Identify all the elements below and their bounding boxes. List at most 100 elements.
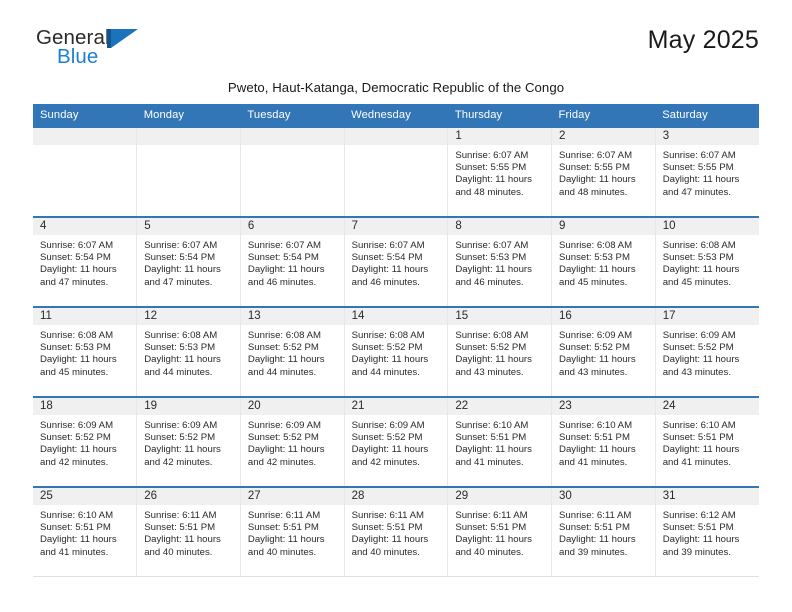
day-number: 27: [240, 488, 344, 505]
day-cell-inner: 16 Sunrise: 6:09 AM Sunset: 5:52 PM Dayligh…: [552, 308, 655, 396]
sun-info-daylight-line2: and 42 minutes.: [144, 456, 213, 468]
calendar-day-cell[interactable]: 19 Sunrise: 6:09 AM Sunset: 5:52 PM Dayligh…: [136, 396, 241, 487]
day-number: 30: [552, 488, 655, 505]
day-cell-inner: 10 Sunrise: 6:08 AM Sunset: 5:53 PM Dayligh…: [655, 218, 759, 306]
day-number: 19: [137, 398, 240, 415]
sun-info-sunrise: Sunrise: 6:08 AM: [144, 330, 218, 341]
day-number: 9: [552, 218, 655, 235]
sun-info-daylight-line1: Daylight: 11 hours: [662, 534, 740, 546]
day-cell-inner: [33, 128, 137, 216]
day-number: [137, 128, 240, 145]
calendar-day-cell[interactable]: 28 Sunrise: 6:11 AM Sunset: 5:51 PM Dayligh…: [343, 486, 448, 577]
sun-info-daylight-line1: Daylight: 11 hours: [455, 174, 532, 186]
calendar-day-cell[interactable]: 6 Sunrise: 6:07 AM Sunset: 5:54 PM Daylight…: [239, 216, 345, 307]
sun-info-sunset: Sunset: 5:55 PM: [559, 162, 630, 174]
calendar-day-cell[interactable]: 31 Sunrise: 6:12 AM Sunset: 5:51 PM Dayligh…: [654, 486, 759, 577]
triangle-flag-icon: [107, 29, 138, 48]
calendar-day-cell[interactable]: 18 Sunrise: 6:09 AM Sunset: 5:52 PM Dayligh…: [33, 396, 137, 487]
day-cell-inner: 18 Sunrise: 6:09 AM Sunset: 5:52 PM Dayligh…: [33, 398, 137, 486]
sun-info-sunset: Sunset: 5:54 PM: [247, 252, 319, 264]
day-number: 21: [344, 398, 448, 415]
day-number: 31: [655, 488, 759, 505]
sun-info-sunset: Sunset: 5:54 PM: [40, 252, 111, 264]
sun-info-daylight-line2: and 44 minutes.: [351, 366, 420, 378]
calendar-day-cell[interactable]: 8 Sunrise: 6:07 AM Sunset: 5:53 PM Daylight…: [447, 216, 552, 307]
calendar-day-cell[interactable]: 17 Sunrise: 6:09 AM Sunset: 5:52 PM Dayligh…: [654, 306, 759, 397]
sun-info-sunset: Sunset: 5:52 PM: [351, 342, 423, 354]
day-number: 13: [240, 308, 344, 325]
day-cell-inner: 6 Sunrise: 6:07 AM Sunset: 5:54 PM Daylight…: [240, 218, 344, 306]
calendar-day-cell[interactable]: 25 Sunrise: 6:10 AM Sunset: 5:51 PM Dayligh…: [33, 486, 137, 577]
calendar-day-cell[interactable]: 26 Sunrise: 6:11 AM Sunset: 5:51 PM Dayligh…: [136, 486, 241, 577]
day-cell-inner: 12 Sunrise: 6:08 AM Sunset: 5:53 PM Dayligh…: [137, 308, 240, 396]
day-number: [344, 128, 448, 145]
page-title: May 2025: [647, 26, 759, 54]
calendar-day-cell[interactable]: 20 Sunrise: 6:09 AM Sunset: 5:52 PM Dayligh…: [239, 396, 345, 487]
calendar-week-row: 4 Sunrise: 6:07 AM Sunset: 5:54 PM Daylight…: [33, 216, 759, 307]
day-sun-info: Sunrise: 6:09 AM Sunset: 5:52 PM Daylight:…: [137, 415, 240, 469]
day-sun-info: Sunrise: 6:11 AM Sunset: 5:51 PM Daylight:…: [241, 505, 344, 559]
sun-info-daylight-line1: Daylight: 11 hours: [40, 264, 117, 276]
calendar-day-cell[interactable]: 4 Sunrise: 6:07 AM Sunset: 5:54 PM Daylight…: [33, 216, 137, 307]
sun-info-daylight-line1: Daylight: 11 hours: [40, 354, 117, 366]
calendar-day-cell[interactable]: 21 Sunrise: 6:09 AM Sunset: 5:52 PM Dayligh…: [343, 396, 448, 487]
calendar-day-cell[interactable]: 7 Sunrise: 6:07 AM Sunset: 5:54 PM Daylight…: [343, 216, 448, 307]
calendar-day-cell[interactable]: 5 Sunrise: 6:07 AM Sunset: 5:54 PM Daylight…: [136, 216, 241, 307]
calendar-day-cell[interactable]: 30 Sunrise: 6:11 AM Sunset: 5:51 PM Dayligh…: [551, 486, 656, 577]
day-cell-inner: 27 Sunrise: 6:11 AM Sunset: 5:51 PM Dayligh…: [240, 488, 344, 576]
sun-info-daylight-line2: and 42 minutes.: [351, 456, 420, 468]
day-sun-info: Sunrise: 6:07 AM Sunset: 5:54 PM Daylight:…: [345, 235, 448, 289]
sun-info-daylight-line1: Daylight: 11 hours: [351, 444, 429, 456]
day-cell-inner: 1 Sunrise: 6:07 AM Sunset: 5:55 PM Daylight…: [448, 128, 552, 216]
calendar-day-cell[interactable]: 11 Sunrise: 6:08 AM Sunset: 5:53 PM Dayligh…: [33, 306, 137, 397]
day-cell-inner: 31 Sunrise: 6:12 AM Sunset: 5:51 PM Dayligh…: [655, 488, 759, 576]
day-number: 15: [448, 308, 552, 325]
calendar-day-cell[interactable]: 15 Sunrise: 6:08 AM Sunset: 5:52 PM Dayligh…: [447, 306, 552, 397]
calendar-day-cell[interactable]: 13 Sunrise: 6:08 AM Sunset: 5:52 PM Dayligh…: [239, 306, 345, 397]
sun-info-daylight-line1: Daylight: 11 hours: [351, 354, 429, 366]
sun-info-daylight-line1: Daylight: 11 hours: [662, 354, 740, 366]
day-number: 26: [137, 488, 240, 505]
sun-info-sunset: Sunset: 5:53 PM: [559, 252, 630, 264]
sun-info-sunrise: Sunrise: 6:10 AM: [662, 420, 736, 431]
calendar-day-cell[interactable]: 27 Sunrise: 6:11 AM Sunset: 5:51 PM Dayligh…: [239, 486, 345, 577]
calendar-day-cell[interactable]: 29 Sunrise: 6:11 AM Sunset: 5:51 PM Dayligh…: [447, 486, 552, 577]
sun-info-daylight-line1: Daylight: 11 hours: [351, 534, 429, 546]
day-number: 24: [655, 398, 759, 415]
sun-info-daylight-line2: and 41 minutes.: [455, 456, 524, 468]
calendar-day-cell[interactable]: 10 Sunrise: 6:08 AM Sunset: 5:53 PM Dayligh…: [654, 216, 759, 307]
day-cell-inner: 22 Sunrise: 6:10 AM Sunset: 5:51 PM Dayligh…: [448, 398, 552, 486]
sun-info-sunrise: Sunrise: 6:07 AM: [559, 150, 633, 161]
day-number: 14: [344, 308, 448, 325]
calendar-day-cell[interactable]: 23 Sunrise: 6:10 AM Sunset: 5:51 PM Dayligh…: [551, 396, 656, 487]
day-sun-info: Sunrise: 6:11 AM Sunset: 5:51 PM Daylight:…: [448, 505, 551, 559]
day-sun-info: Sunrise: 6:07 AM Sunset: 5:55 PM Daylight:…: [552, 145, 655, 199]
weekday-header-wednesday: Wednesday: [344, 104, 448, 127]
sun-info-sunset: Sunset: 5:52 PM: [351, 432, 423, 444]
sun-info-daylight-line2: and 41 minutes.: [662, 456, 731, 468]
day-cell-inner: 9 Sunrise: 6:08 AM Sunset: 5:53 PM Daylight…: [552, 218, 655, 306]
calendar-day-cell[interactable]: 12 Sunrise: 6:08 AM Sunset: 5:53 PM Dayligh…: [136, 306, 241, 397]
calendar-day-cell[interactable]: 2 Sunrise: 6:07 AM Sunset: 5:55 PM Daylight…: [551, 126, 656, 217]
general-blue-logo[interactable]: General Blue: [36, 27, 148, 74]
day-number: 11: [33, 308, 137, 325]
sun-info-sunset: Sunset: 5:51 PM: [144, 522, 216, 534]
day-number: 23: [552, 398, 655, 415]
sun-info-daylight-line1: Daylight: 11 hours: [662, 174, 740, 186]
calendar-day-cell[interactable]: 9 Sunrise: 6:08 AM Sunset: 5:53 PM Daylight…: [551, 216, 656, 307]
sun-info-daylight-line1: Daylight: 11 hours: [144, 444, 221, 456]
calendar-day-cell[interactable]: 22 Sunrise: 6:10 AM Sunset: 5:51 PM Dayligh…: [447, 396, 552, 487]
sun-info-sunrise: Sunrise: 6:11 AM: [351, 510, 424, 521]
calendar-day-cell[interactable]: 3 Sunrise: 6:07 AM Sunset: 5:55 PM Daylight…: [654, 126, 759, 217]
sun-info-sunset: Sunset: 5:53 PM: [662, 252, 734, 264]
calendar-day-cell[interactable]: 14 Sunrise: 6:08 AM Sunset: 5:52 PM Dayligh…: [343, 306, 448, 397]
sun-info-sunset: Sunset: 5:52 PM: [247, 342, 319, 354]
calendar-day-cell[interactable]: 1 Sunrise: 6:07 AM Sunset: 5:55 PM Daylight…: [447, 126, 552, 217]
day-sun-info: Sunrise: 6:08 AM Sunset: 5:52 PM Daylight:…: [241, 325, 344, 379]
sun-info-sunset: Sunset: 5:51 PM: [662, 432, 734, 444]
calendar-day-cell[interactable]: 16 Sunrise: 6:09 AM Sunset: 5:52 PM Dayligh…: [551, 306, 656, 397]
day-cell-inner: 25 Sunrise: 6:10 AM Sunset: 5:51 PM Dayligh…: [33, 488, 137, 576]
logo-text-blue: Blue: [57, 45, 99, 68]
calendar-day-cell[interactable]: 24 Sunrise: 6:10 AM Sunset: 5:51 PM Dayligh…: [654, 396, 759, 487]
sun-info-sunset: Sunset: 5:51 PM: [559, 432, 630, 444]
